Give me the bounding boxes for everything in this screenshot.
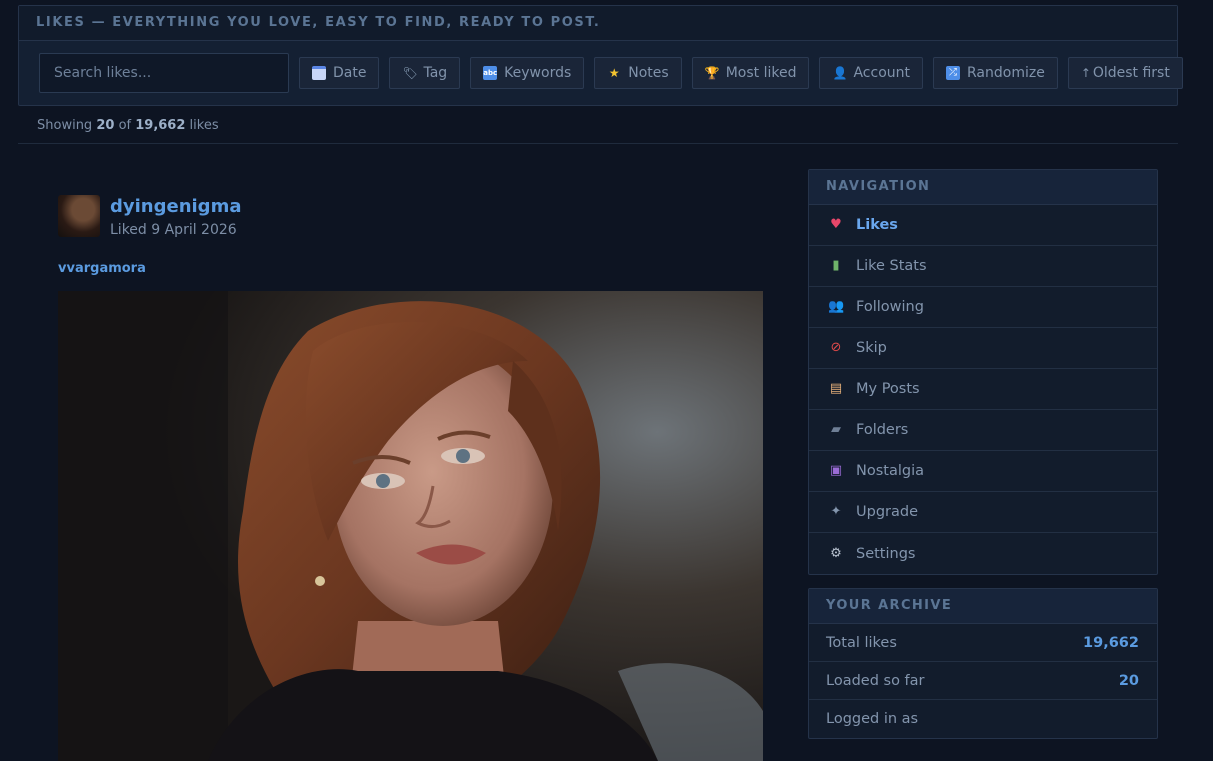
loaded-so-far-value: 20 — [1118, 672, 1139, 689]
keywords-filter-button[interactable]: abc Keywords — [470, 57, 585, 89]
keywords-filter-label: Keywords — [504, 65, 572, 81]
total-likes-value: 19,662 — [1083, 634, 1139, 651]
sidebar-item-likes[interactable]: ♥ Likes — [809, 205, 1157, 246]
reblog-source-link[interactable]: vvargamora — [58, 261, 146, 276]
abc-icon: abc — [483, 66, 498, 80]
total-count: 19,662 — [135, 118, 186, 133]
stat-logged-in-as: Logged in as — [826, 711, 919, 727]
results-summary: Showing 20 of 19,662 likes — [37, 118, 219, 133]
account-filter-button[interactable]: 👤 Account — [819, 57, 923, 89]
stat-total-likes: Total likes 19,662 — [809, 624, 1157, 662]
sidebar-item-my-posts[interactable]: ▤ My Posts — [809, 369, 1157, 410]
archive-title: YOUR ARCHIVE — [809, 589, 1157, 624]
notes-sort-button[interactable]: ★ Notes — [594, 57, 682, 89]
tag-icon: 🏷 — [402, 66, 418, 80]
date-filter-label: Date — [333, 65, 367, 81]
post-username[interactable]: dyingenigma — [110, 196, 241, 217]
toolbar: Date 🏷 Tag abc Keywords ★ Notes 🏆 Most l… — [39, 53, 1183, 93]
ticket-icon: ▣ — [829, 463, 843, 478]
sidebar-item-skip[interactable]: ⊘ Skip — [809, 328, 1157, 369]
notes-sort-label: Notes — [628, 65, 669, 81]
most-liked-label: Most liked — [725, 65, 797, 81]
archive-panel: YOUR ARCHIVE Total likes 19,662 Loaded s… — [808, 588, 1158, 739]
heart-icon: ♥ — [830, 217, 842, 232]
post-image-art — [58, 291, 763, 761]
people-icon: 👥 — [828, 299, 845, 314]
trophy-icon: 🏆 — [704, 66, 720, 80]
sidebar-item-upgrade[interactable]: ✦ Upgrade — [809, 492, 1157, 533]
tag-filter-button[interactable]: 🏷 Tag — [389, 57, 461, 89]
search-input[interactable] — [39, 53, 289, 93]
sidebar-item-folders[interactable]: ▰ Folders — [809, 410, 1157, 451]
folder-icon: ▰ — [831, 422, 841, 437]
account-icon: 👤 — [832, 66, 848, 80]
prohibited-icon: ⊘ — [830, 340, 842, 355]
shuffle-icon: ⤮ — [946, 66, 960, 80]
arrow-up-icon: ↑ — [1080, 66, 1091, 80]
sparkle-icon: ✦ — [830, 504, 842, 519]
sidebar-item-nostalgia[interactable]: ▣ Nostalgia — [809, 451, 1157, 492]
stat-loaded-so-far: Loaded so far 20 — [809, 662, 1157, 700]
header-bar: LIKES — EVERYTHING YOU LOVE, EASY TO FIN… — [18, 5, 1183, 106]
navigation-panel: NAVIGATION ♥ Likes ▮ Like Stats 👥 Follow… — [808, 169, 1158, 575]
oldest-first-label: Oldest first — [1092, 65, 1170, 81]
divider — [18, 143, 1178, 144]
sidebar-item-like-stats[interactable]: ▮ Like Stats — [809, 246, 1157, 287]
avatar[interactable] — [58, 195, 100, 237]
date-filter-button[interactable]: Date — [299, 57, 380, 89]
randomize-label: Randomize — [967, 65, 1045, 81]
sidebar-item-settings[interactable]: ⚙ Settings — [809, 533, 1157, 574]
gear-icon: ⚙ — [830, 545, 842, 561]
calendar-icon — [312, 66, 326, 80]
most-liked-button[interactable]: 🏆 Most liked — [691, 57, 810, 89]
post-liked-date: Liked 9 April 2026 — [110, 222, 237, 238]
document-icon: ▤ — [829, 381, 843, 396]
star-icon: ★ — [608, 66, 620, 80]
tagline: LIKES — EVERYTHING YOU LOVE, EASY TO FIN… — [19, 6, 1177, 41]
oldest-first-button[interactable]: ↑ Oldest first — [1067, 57, 1183, 89]
navigation-title: NAVIGATION — [809, 170, 1157, 205]
bar-chart-icon: ▮ — [832, 258, 840, 273]
account-filter-label: Account — [853, 65, 910, 81]
shown-count: 20 — [96, 118, 115, 133]
post-image — [58, 291, 763, 761]
sidebar-item-following[interactable]: 👥 Following — [809, 287, 1157, 328]
tag-filter-label: Tag — [423, 65, 448, 81]
randomize-button[interactable]: ⤮ Randomize — [933, 57, 1058, 89]
